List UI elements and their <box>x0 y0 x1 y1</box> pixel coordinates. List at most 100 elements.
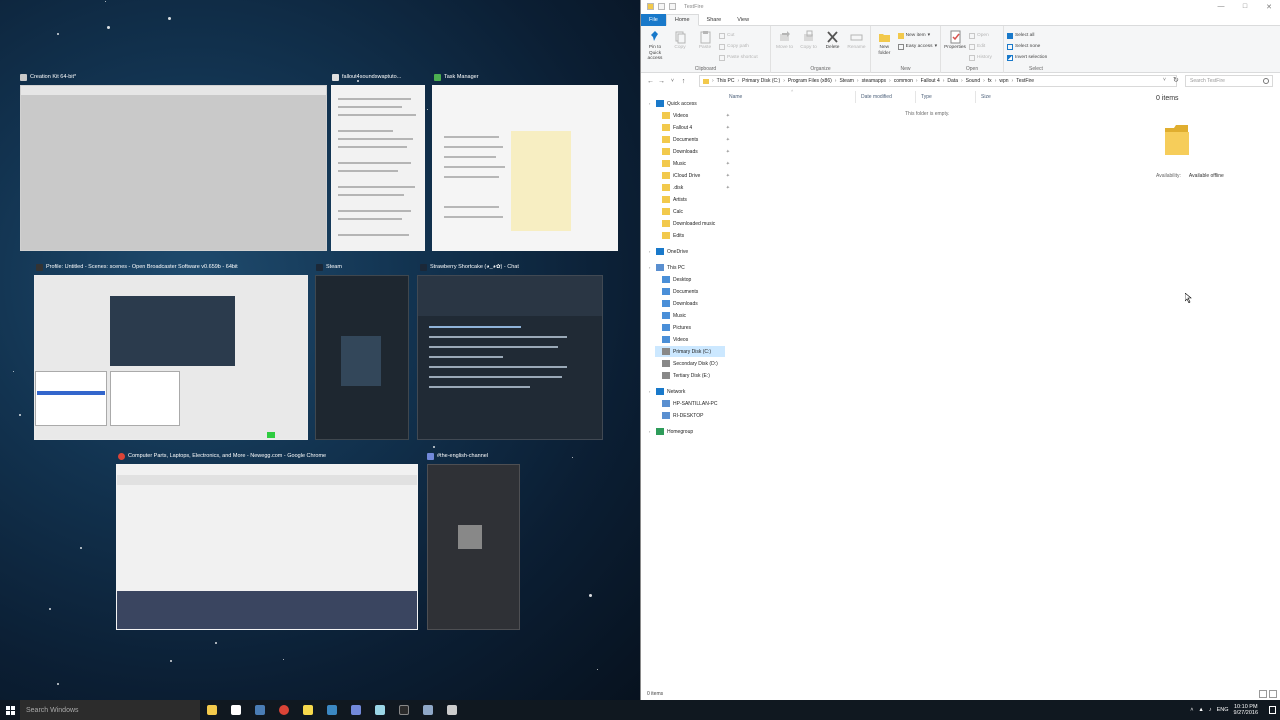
breadcrumb-separator-icon[interactable]: › <box>857 78 859 84</box>
nav-network-item[interactable]: RI-DESKTOP <box>655 410 725 421</box>
breadcrumb-item[interactable]: steamapps <box>862 78 886 84</box>
expand-chevron-icon[interactable]: › <box>649 101 653 106</box>
window-thumb-task-manager[interactable] <box>432 85 618 251</box>
tab-share[interactable]: Share <box>699 14 730 26</box>
breadcrumb-item[interactable]: fx <box>988 78 992 84</box>
properties-qat-icon[interactable] <box>658 3 665 10</box>
large-icons-view-icon[interactable] <box>1269 690 1277 698</box>
nav-quick-item[interactable]: Calc <box>655 206 725 217</box>
action-center-icon[interactable] <box>1269 706 1276 714</box>
breadcrumb-item[interactable]: Data <box>947 78 958 84</box>
nav-network-item[interactable]: HP-SANTILLAN-PC <box>655 398 725 409</box>
tab-view[interactable]: View <box>729 14 757 26</box>
breadcrumb-item[interactable]: common <box>894 78 913 84</box>
column-size[interactable]: Size <box>981 94 991 100</box>
breadcrumb-separator-icon[interactable]: › <box>983 78 985 84</box>
invert-selection-button[interactable]: Invert selection <box>1007 53 1047 62</box>
new-folder-qat-icon[interactable] <box>669 3 676 10</box>
window-thumb-discord[interactable] <box>427 464 520 630</box>
tab-home[interactable]: Home <box>665 14 699 26</box>
column-date-modified[interactable]: Date modified <box>861 94 892 100</box>
nav-quick-item[interactable]: Downloaded music <box>655 218 725 229</box>
window-thumb-obs[interactable] <box>34 275 308 440</box>
tab-file[interactable]: File <box>641 14 666 26</box>
show-hidden-icons-chevron-icon[interactable]: ˄ <box>1190 707 1193 713</box>
expand-chevron-icon[interactable]: › <box>649 265 653 270</box>
nav-onedrive[interactable]: › OneDrive <box>649 246 725 257</box>
back-arrow-icon[interactable]: ← <box>645 78 656 85</box>
breadcrumb-separator-icon[interactable]: › <box>1012 78 1014 84</box>
breadcrumb-item[interactable]: Fallout 4 <box>921 78 940 84</box>
network-icon[interactable]: ▲ <box>1198 707 1203 713</box>
edit-button[interactable]: Edit <box>969 42 992 51</box>
search-input[interactable]: Search TestFire <box>1185 75 1273 87</box>
nav-quick-item[interactable]: iCloud Drive ✦ <box>655 170 730 181</box>
close-button[interactable]: ✕ <box>1257 0 1280 13</box>
taskbar-chat[interactable] <box>320 700 344 720</box>
nav-pc-item[interactable]: Desktop <box>655 274 725 285</box>
file-list[interactable]: ˄ Name Date modified Type Size This fold… <box>725 88 1280 688</box>
cut-button[interactable]: Cut <box>719 31 758 40</box>
breadcrumb-item[interactable]: Program Files (x86) <box>788 78 832 84</box>
history-button[interactable]: History <box>969 53 992 62</box>
taskbar-search-box[interactable]: Search Windows <box>20 700 200 720</box>
nav-quick-item[interactable]: .disk ✦ <box>655 182 730 193</box>
details-view-icon[interactable] <box>1259 690 1267 698</box>
easy-access-button[interactable]: Easy access ▾ <box>897 42 937 51</box>
nav-pc-item[interactable]: Primary Disk (C:) <box>655 346 725 357</box>
new-item-button[interactable]: New item ▾ <box>897 31 937 40</box>
nav-quick-item[interactable]: Documents ✦ <box>655 134 730 145</box>
taskbar-store[interactable] <box>224 700 248 720</box>
taskbar-discord[interactable] <box>344 700 368 720</box>
breadcrumb-item[interactable]: Sound <box>966 78 980 84</box>
taskbar-notes[interactable] <box>296 700 320 720</box>
breadcrumb-separator-icon[interactable]: › <box>995 78 997 84</box>
keyboard-language[interactable]: ENG <box>1217 707 1229 713</box>
breadcrumb-separator-icon[interactable]: › <box>835 78 837 84</box>
up-arrow-icon[interactable]: ↑ <box>678 78 689 85</box>
breadcrumb-separator-icon[interactable]: › <box>961 78 963 84</box>
nav-pc-item[interactable]: Documents <box>655 286 725 297</box>
taskbar-steam[interactable] <box>248 700 272 720</box>
address-dropdown-icon[interactable]: ˅ <box>1163 77 1166 83</box>
window-thumb-notes[interactable] <box>331 85 425 251</box>
select-all-button[interactable]: Select all <box>1007 31 1047 40</box>
forward-arrow-icon[interactable]: → <box>656 78 667 85</box>
nav-pc-item[interactable]: Videos <box>655 334 725 345</box>
column-name[interactable]: Name <box>729 94 742 100</box>
breadcrumb-item[interactable]: Steam <box>839 78 853 84</box>
nav-pc-item[interactable]: Pictures <box>655 322 725 333</box>
breadcrumb-separator-icon[interactable]: › <box>783 78 785 84</box>
nav-this-pc[interactable]: › This PC <box>649 262 725 273</box>
minimize-button[interactable]: — <box>1209 0 1233 13</box>
nav-pc-item[interactable]: Secondary Disk (D:) <box>655 358 725 369</box>
taskbar-app[interactable] <box>440 700 464 720</box>
start-button[interactable] <box>0 700 20 720</box>
nav-quick-item[interactable]: Downloads ✦ <box>655 146 730 157</box>
maximize-button[interactable]: □ <box>1233 0 1257 13</box>
expand-chevron-icon[interactable]: › <box>649 249 653 254</box>
nav-quick-access[interactable]: › Quick access <box>649 98 725 109</box>
breadcrumb-item[interactable]: Primary Disk (C:) <box>742 78 780 84</box>
taskbar-task-manager[interactable] <box>416 700 440 720</box>
recent-locations-chevron-icon[interactable]: ˅ <box>667 78 678 84</box>
column-type[interactable]: Type <box>921 94 932 100</box>
copy-path-button[interactable]: Copy path <box>719 42 758 51</box>
refresh-icon[interactable]: ↻ <box>1173 76 1179 84</box>
nav-pc-item[interactable]: Downloads <box>655 298 725 309</box>
nav-quick-item[interactable]: Fallout 4 ✦ <box>655 122 730 133</box>
taskbar-chrome[interactable] <box>272 700 296 720</box>
breadcrumb-separator-icon[interactable]: › <box>943 78 945 84</box>
breadcrumb-item[interactable]: This PC <box>717 78 735 84</box>
window-thumb-creation-kit[interactable] <box>20 85 327 251</box>
nav-network[interactable]: › Network <box>649 386 725 397</box>
breadcrumb-item[interactable]: TestFire <box>1016 78 1034 84</box>
breadcrumb[interactable]: › This PC › Primary Disk (C:) › Program Files… <box>699 75 1177 87</box>
paste-shortcut-button[interactable]: Paste shortcut <box>719 53 758 62</box>
open-button[interactable]: Open <box>969 31 992 40</box>
nav-quick-item[interactable]: Videos ✦ <box>655 110 730 121</box>
breadcrumb-separator-icon[interactable]: › <box>737 78 739 84</box>
clock[interactable]: 10:10 PM 9/27/2016 <box>1234 704 1258 717</box>
breadcrumb-item[interactable]: wpn <box>999 78 1008 84</box>
breadcrumb-separator-icon[interactable]: › <box>889 78 891 84</box>
